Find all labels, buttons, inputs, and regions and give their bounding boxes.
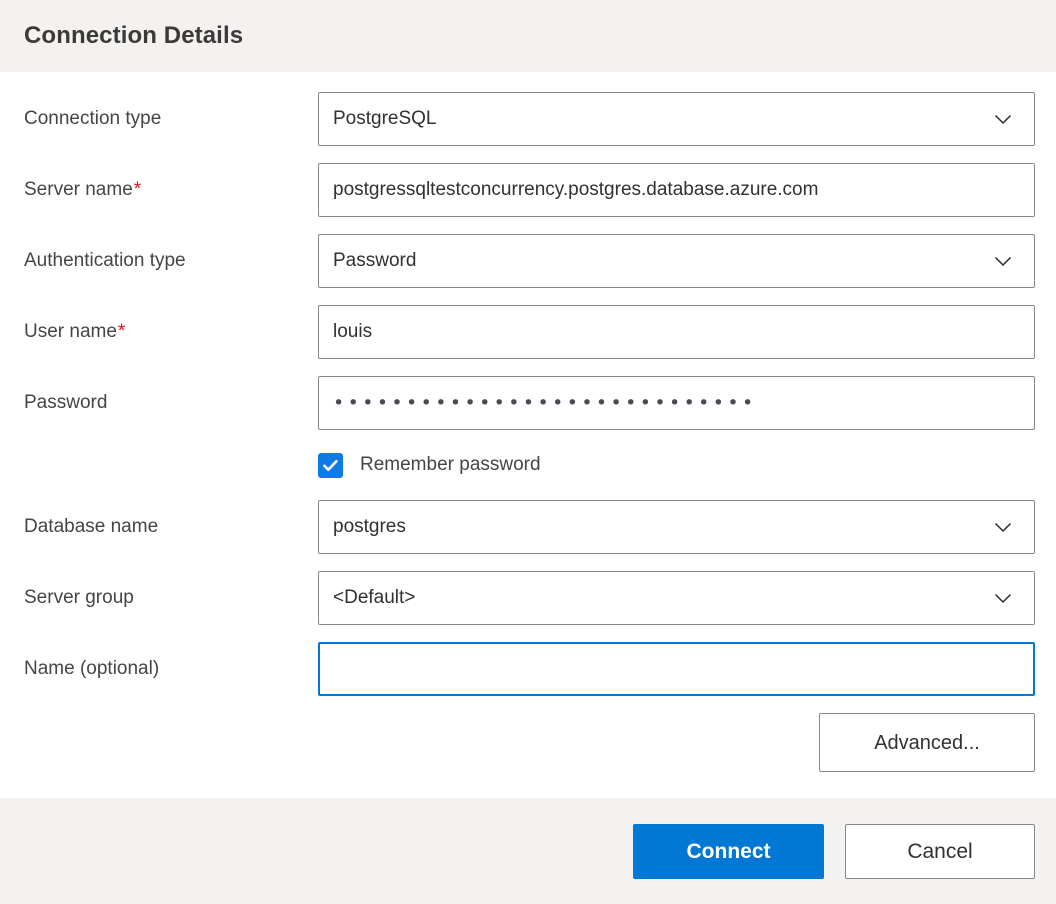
form-row-user-name: User name* louis [24, 305, 1035, 359]
control-connection-name [318, 642, 1035, 696]
label-text: Name (optional) [24, 657, 160, 679]
label-text: Server group [24, 586, 134, 608]
control-database-name: postgres [318, 500, 1035, 554]
cancel-button[interactable]: Cancel [845, 823, 1035, 879]
control-password: ••••••••••••••••••••••••••••• [318, 376, 1035, 430]
advanced-row: Advanced... [24, 713, 1035, 772]
form-row-password: Password ••••••••••••••••••••••••••••• [24, 376, 1035, 430]
user-name-value: louis [333, 320, 373, 342]
chevron-down-icon [990, 106, 1016, 132]
server-name-value: postgressqltestconcurrency.postgres.data… [333, 178, 819, 200]
chevron-down-icon [990, 514, 1016, 540]
dialog-footer: Connect Cancel [0, 798, 1056, 904]
label-connection-name: Name (optional) [24, 658, 318, 681]
user-name-input[interactable]: louis [318, 305, 1035, 359]
server-group-value: <Default> [333, 586, 416, 608]
label-text: User name [24, 320, 117, 342]
connection-details-dialog: Connection Details Connection type Postg… [0, 0, 1056, 904]
control-connection-type: PostgreSQL [318, 92, 1035, 146]
checkmark-icon [318, 452, 343, 478]
authentication-type-dropdown[interactable]: Password [318, 234, 1035, 288]
control-remember-password: Remember password [318, 447, 1035, 483]
dialog-body: Connection type PostgreSQL Server name* [0, 72, 1056, 798]
form-row-authentication-type: Authentication type Password [24, 234, 1035, 288]
label-text: Database name [24, 515, 159, 537]
page-title: Connection Details [24, 22, 244, 49]
label-authentication-type: Authentication type [24, 250, 318, 273]
label-server-group: Server group [24, 587, 318, 610]
database-name-value: postgres [333, 515, 406, 537]
label-server-name: Server name* [24, 179, 318, 202]
label-text: Authentication type [24, 249, 186, 271]
advanced-button[interactable]: Advanced... [819, 713, 1035, 772]
remember-password-label: Remember password [360, 453, 541, 475]
connection-name-input[interactable] [318, 642, 1035, 696]
form-row-connection-type: Connection type PostgreSQL [24, 92, 1035, 146]
label-password: Password [24, 392, 318, 415]
connection-type-dropdown[interactable]: PostgreSQL [318, 92, 1035, 146]
form-row-connection-name: Name (optional) [24, 642, 1035, 696]
label-user-name: User name* [24, 321, 318, 344]
form-row-remember-password: Remember password [24, 447, 1035, 483]
label-connection-type: Connection type [24, 108, 318, 131]
server-name-input[interactable]: postgressqltestconcurrency.postgres.data… [318, 163, 1035, 217]
label-database-name: Database name [24, 516, 318, 539]
required-asterisk: * [133, 178, 142, 200]
chevron-down-icon [990, 248, 1016, 274]
connection-type-value: PostgreSQL [333, 107, 437, 129]
control-user-name: louis [318, 305, 1035, 359]
form-row-database-name: Database name postgres [24, 500, 1035, 554]
control-server-name: postgressqltestconcurrency.postgres.data… [318, 163, 1035, 217]
authentication-type-value: Password [333, 249, 417, 271]
form-row-server-group: Server group <Default> [24, 571, 1035, 625]
required-asterisk: * [117, 320, 126, 342]
dialog-header: Connection Details [0, 0, 1056, 72]
label-text: Password [24, 391, 108, 413]
remember-password-checkbox[interactable]: Remember password [318, 447, 1035, 483]
form-row-server-name: Server name* postgressqltestconcurrency.… [24, 163, 1035, 217]
password-value: ••••••••••••••••••••••••••••• [333, 391, 757, 414]
label-text: Connection type [24, 107, 162, 129]
label-text: Server name [24, 178, 133, 200]
database-name-dropdown[interactable]: postgres [318, 500, 1035, 554]
connect-button[interactable]: Connect [633, 823, 824, 879]
control-authentication-type: Password [318, 234, 1035, 288]
password-input[interactable]: ••••••••••••••••••••••••••••• [318, 376, 1035, 430]
chevron-down-icon [990, 585, 1016, 611]
control-server-group: <Default> [318, 571, 1035, 625]
server-group-dropdown[interactable]: <Default> [318, 571, 1035, 625]
